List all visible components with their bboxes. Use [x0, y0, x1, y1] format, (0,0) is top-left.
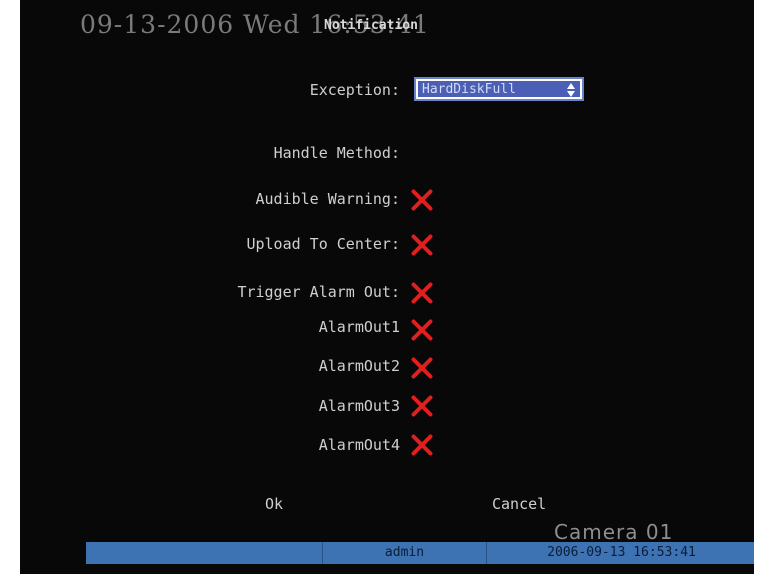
alarm-out-3-checkbox-x-icon[interactable] [411, 394, 433, 418]
alarm-out-1-checkbox-x-icon[interactable] [411, 318, 433, 342]
alarm-out-4-checkbox-x-icon[interactable] [411, 433, 433, 457]
alarm-out-2-label: AlarmOut2 [318, 357, 400, 375]
exception-label: Exception: [309, 81, 400, 99]
cancel-button[interactable]: Cancel [492, 495, 546, 513]
alarm-out-3-label: AlarmOut3 [318, 397, 400, 415]
status-bar-empty-segment [86, 542, 322, 564]
status-bar: admin 2006-09-13 16:53:41 [86, 542, 754, 564]
trigger-alarm-out-checkbox-x-icon[interactable] [411, 281, 433, 305]
exception-select[interactable]: HardDiskFull [414, 77, 584, 101]
dvr-screen: 09-13-2006 Wed 16:53:41 Notification Exc… [20, 0, 754, 574]
up-down-arrows-icon [567, 83, 576, 97]
upload-to-center-checkbox-x-icon[interactable] [411, 233, 433, 257]
alarm-out-4-label: AlarmOut4 [318, 436, 400, 454]
audible-warning-label: Audible Warning: [255, 190, 401, 208]
camera-name-overlay: Camera 01 [554, 520, 674, 544]
exception-select-value: HardDiskFull [422, 82, 516, 97]
upload-to-center-label: Upload To Center: [246, 235, 400, 253]
status-user: admin [322, 542, 486, 564]
handle-method-label: Handle Method: [273, 144, 400, 162]
trigger-alarm-out-label: Trigger Alarm Out: [237, 283, 400, 301]
window-title: Notification [324, 18, 418, 33]
audible-warning-checkbox-x-icon[interactable] [411, 188, 433, 212]
ok-button[interactable]: Ok [265, 495, 283, 513]
alarm-out-2-checkbox-x-icon[interactable] [411, 356, 433, 380]
status-datetime: 2006-09-13 16:53:41 [486, 542, 754, 564]
alarm-out-1-label: AlarmOut1 [318, 318, 400, 336]
